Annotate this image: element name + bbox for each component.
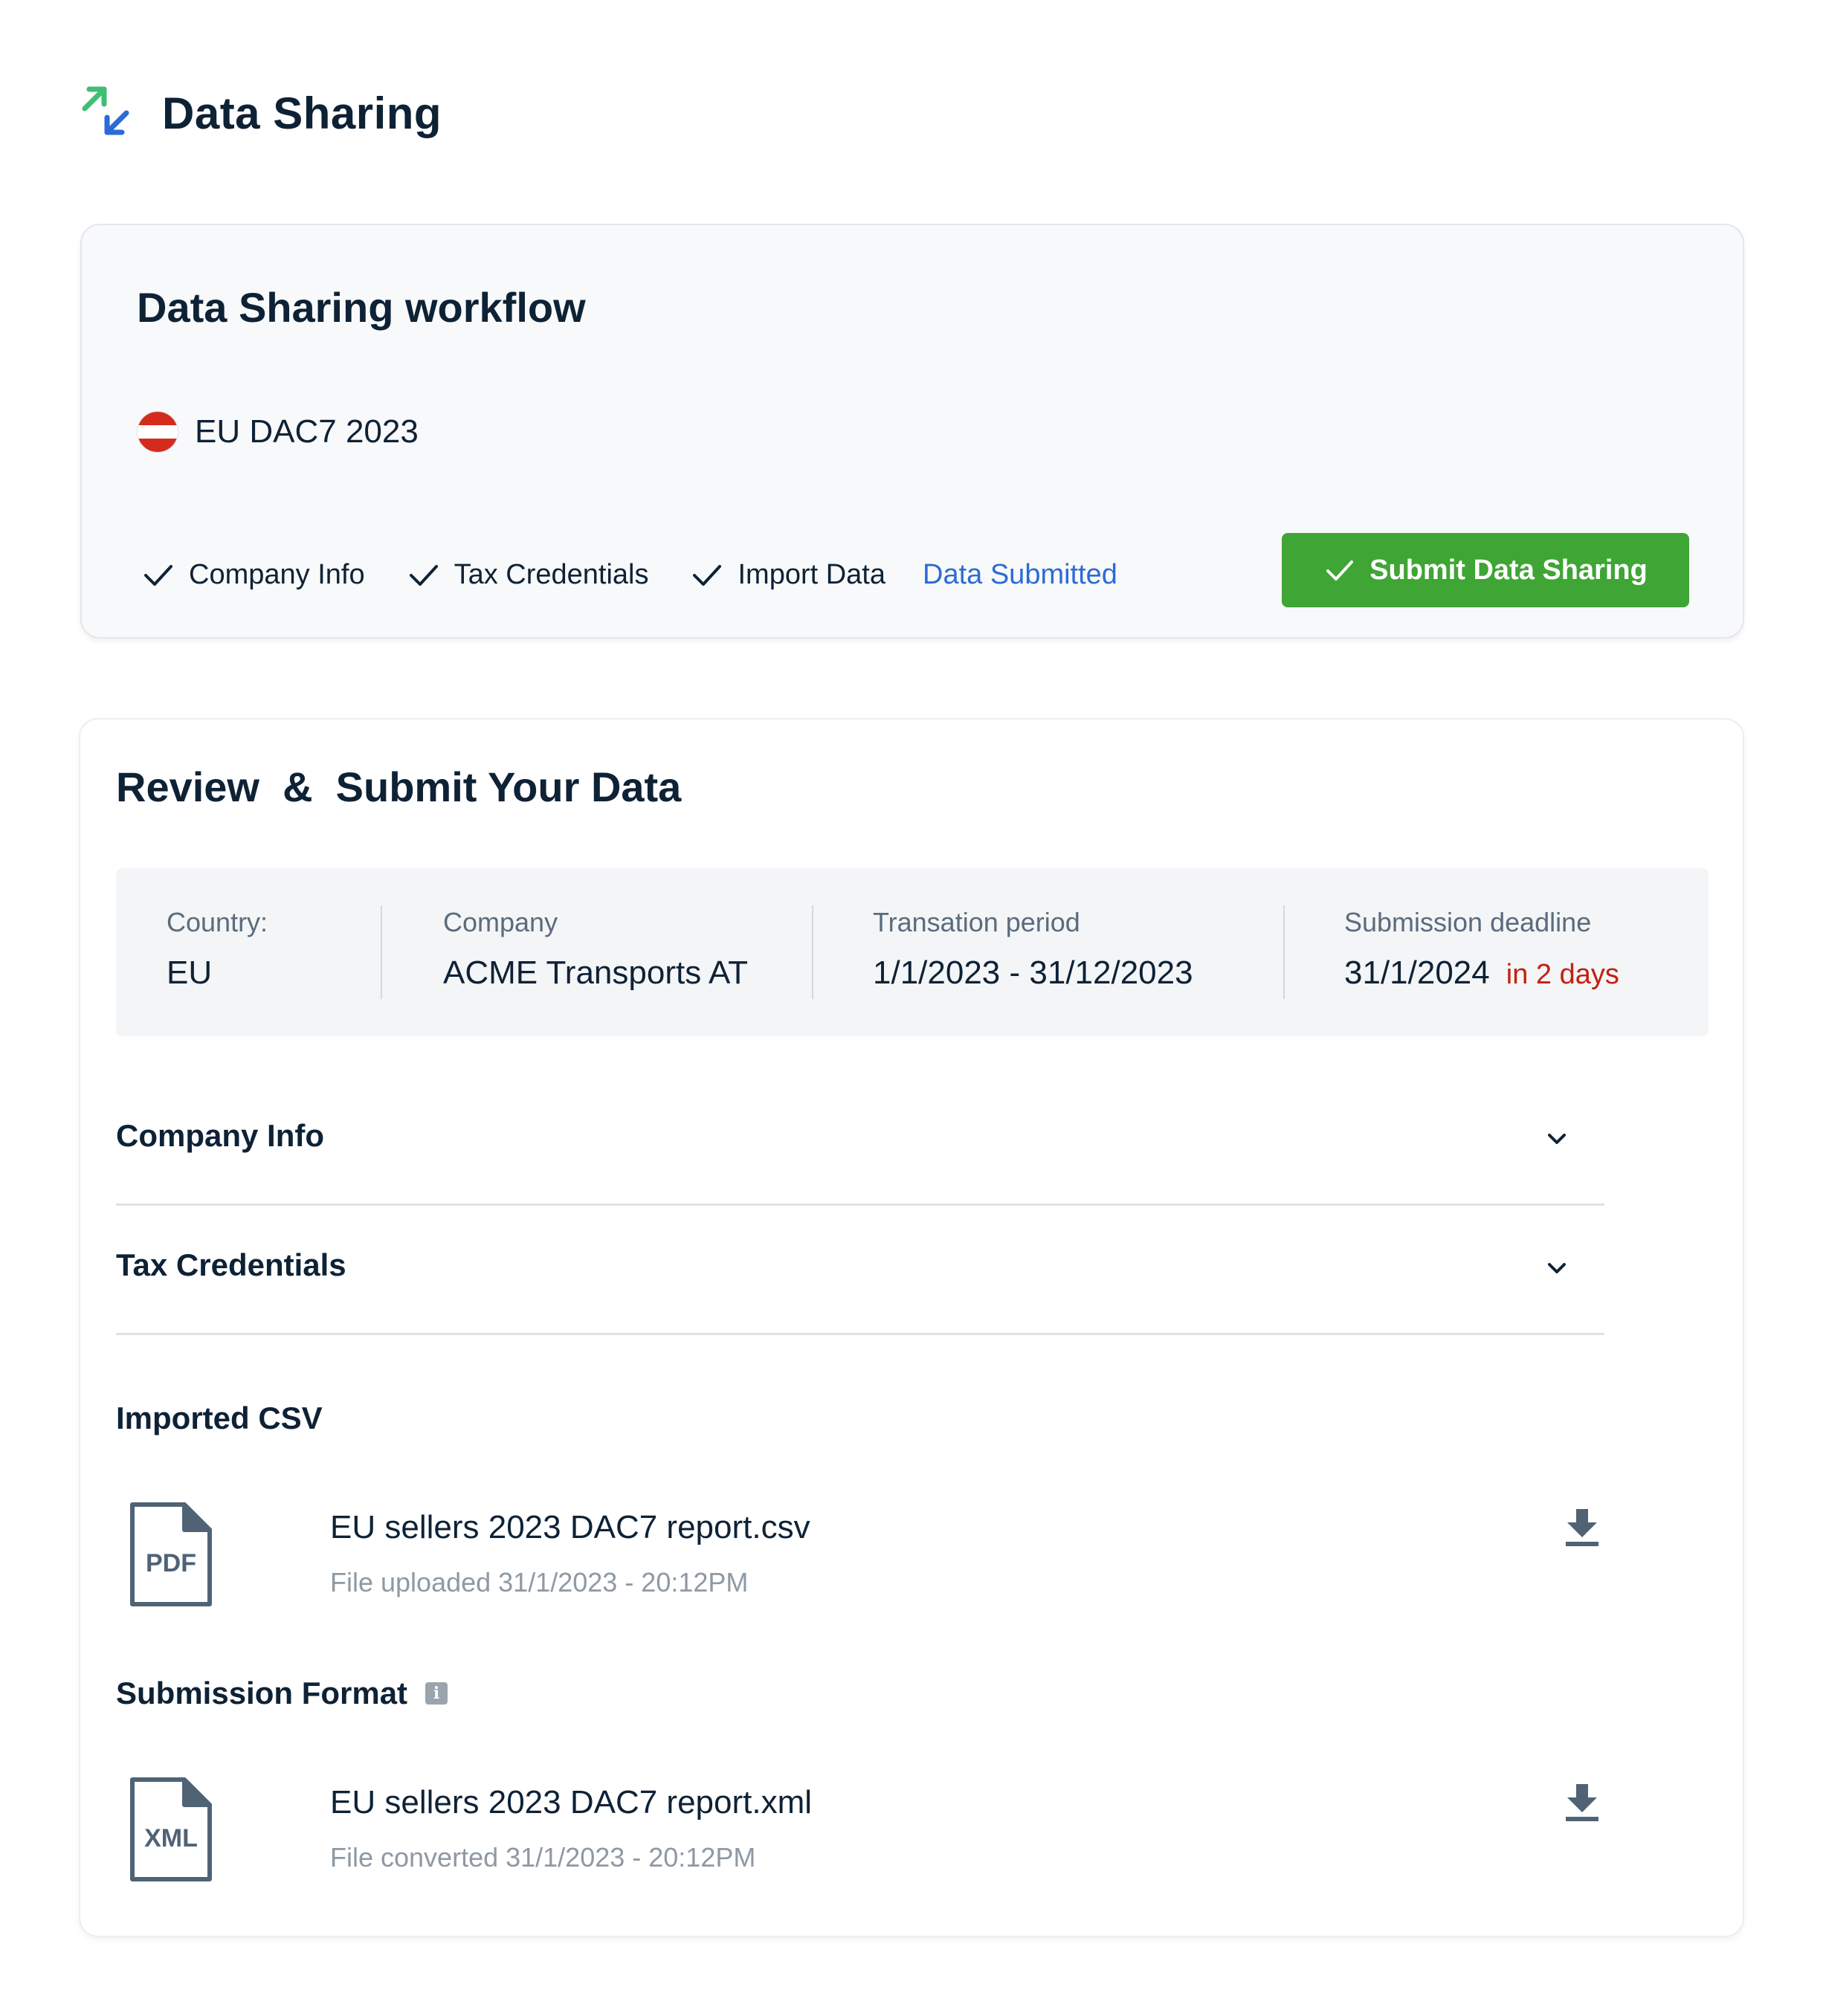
accordion-label: Tax Credentials xyxy=(116,1247,346,1282)
period-label: Transation period xyxy=(873,907,1080,937)
company-label: Company xyxy=(443,907,558,937)
step-tax-credentials[interactable]: Tax Credentials xyxy=(407,558,649,592)
check-icon xyxy=(144,565,172,586)
workflow-steps: Company Info Tax Credentials Import Data… xyxy=(141,552,1117,597)
summary-company: Company ACME Transports AT xyxy=(443,907,748,992)
page-header: Data Sharing xyxy=(80,83,442,143)
file-type-label: PDF xyxy=(146,1549,196,1577)
workflow-title: Data Sharing workflow xyxy=(137,284,586,331)
submit-data-sharing-button[interactable]: Submit Data Sharing xyxy=(1282,533,1689,607)
summary-country: Country: EU xyxy=(167,907,268,992)
review-title: Review & Submit Your Data xyxy=(116,763,682,810)
submission-format-title: Submission Format i xyxy=(116,1676,448,1711)
file-type-label: XML xyxy=(144,1824,198,1852)
period-value: 1/1/2023 - 31/12/2023 xyxy=(873,954,1193,991)
info-icon[interactable]: i xyxy=(425,1682,448,1705)
summary-period: Transation period 1/1/2023 - 31/12/2023 xyxy=(873,907,1193,992)
summary-divider xyxy=(381,905,382,999)
workflow-card: Data Sharing workflow EU DAC7 2023 Compa… xyxy=(80,224,1744,639)
accordion-company-info[interactable]: Company Info xyxy=(116,1076,1604,1206)
summary-divider xyxy=(1283,905,1285,999)
deadline-label: Submission deadline xyxy=(1344,907,1592,937)
summary-divider xyxy=(812,905,813,999)
check-icon xyxy=(1326,560,1354,581)
austria-flag-icon xyxy=(137,411,178,453)
submission-summary: Country: EU Company ACME Transports AT T… xyxy=(116,868,1709,1036)
download-icon[interactable] xyxy=(1563,1506,1601,1548)
country-label: Country: xyxy=(167,907,268,937)
step-data-submitted[interactable]: Data Submitted xyxy=(923,559,1117,591)
download-icon[interactable] xyxy=(1563,1781,1601,1823)
format-file-name: EU sellers 2023 DAC7 report.xml xyxy=(330,1784,813,1820)
imported-file-name: EU sellers 2023 DAC7 report.csv xyxy=(330,1509,810,1545)
section-title-text: Submission Format xyxy=(116,1676,408,1710)
page-title: Data Sharing xyxy=(162,88,442,138)
company-value: ACME Transports AT xyxy=(443,954,748,991)
chevron-down-icon[interactable] xyxy=(1542,1253,1572,1283)
accordion-tax-credentials[interactable]: Tax Credentials xyxy=(116,1206,1604,1335)
pdf-file-icon: PDF xyxy=(130,1502,212,1606)
program-label: EU DAC7 2023 xyxy=(137,411,419,453)
imported-file-row: PDF EU sellers 2023 DAC7 report.csv File… xyxy=(128,1500,1689,1612)
page: Data Sharing Data Sharing workflow EU DA… xyxy=(0,0,1823,2016)
step-label: Company Info xyxy=(189,558,365,590)
imported-file-meta: File uploaded 31/1/2023 - 20:12PM xyxy=(330,1567,749,1597)
format-file-row: XML EU sellers 2023 DAC7 report.xml File… xyxy=(128,1775,1689,1887)
accordion-label: Company Info xyxy=(116,1118,324,1153)
deadline-warning: in 2 days xyxy=(1506,959,1619,990)
check-icon xyxy=(409,565,438,586)
review-card: Review & Submit Your Data Country: EU Co… xyxy=(79,718,1744,1937)
submit-button-label: Submit Data Sharing xyxy=(1369,554,1648,586)
deadline-value: 31/1/2024 xyxy=(1344,954,1490,991)
step-label: Import Data xyxy=(738,558,886,590)
deadline-row: 31/1/2024 in 2 days xyxy=(1344,954,1619,992)
section-title-text: Imported CSV xyxy=(116,1400,323,1435)
imported-csv-title: Imported CSV xyxy=(116,1400,323,1436)
step-label: Tax Credentials xyxy=(454,558,649,590)
summary-deadline: Submission deadline 31/1/2024 in 2 days xyxy=(1344,907,1619,992)
chevron-down-icon[interactable] xyxy=(1542,1124,1572,1154)
country-value: EU xyxy=(167,954,213,991)
format-file-meta: File converted 31/1/2023 - 20:12PM xyxy=(330,1842,756,1873)
check-icon xyxy=(693,565,722,586)
program-name: EU DAC7 2023 xyxy=(195,413,419,450)
step-import-data[interactable]: Import Data xyxy=(690,558,885,592)
step-company-info[interactable]: Company Info xyxy=(141,558,365,592)
arrows-exchange-icon xyxy=(82,86,129,135)
xml-file-icon: XML xyxy=(130,1777,212,1881)
